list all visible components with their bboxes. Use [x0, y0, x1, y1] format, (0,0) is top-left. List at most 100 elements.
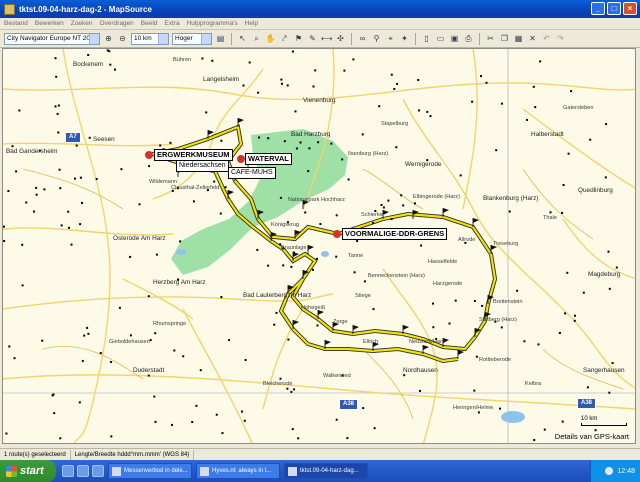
maximize-button[interactable]: □ [607, 2, 621, 15]
map-product-select[interactable]: City Navigator Europe NT 2008 [4, 32, 100, 45]
town-dot [533, 439, 536, 441]
town-dot [86, 326, 89, 329]
waypoint-tool-icon[interactable]: ⚑ [293, 33, 304, 44]
taskbar-item-active[interactable]: tktst.09-04-harz-dag... [284, 463, 368, 479]
town-dot [256, 248, 259, 251]
place-label: Duderstadt [133, 367, 165, 374]
town-dot [297, 437, 300, 440]
taskbar-item[interactable]: Hyves.nl: always in t... [196, 463, 280, 479]
zoom-in-icon[interactable]: ⊕ [103, 33, 114, 44]
town-dot [59, 437, 62, 440]
show-desktop-icon[interactable] [62, 465, 74, 477]
pan-tool-icon[interactable]: ✋ [265, 33, 276, 44]
town-dot [195, 404, 198, 407]
town-dot [21, 284, 24, 287]
route-flag [307, 245, 314, 254]
mapsource-app-icon [4, 3, 15, 15]
town-dot [114, 68, 116, 71]
waypoint-label-grens[interactable]: VOORMALIGE-DDR-GRENS [342, 228, 448, 240]
road-shield-a38: A38 [339, 399, 359, 410]
town-dot [118, 306, 121, 309]
town-dot [295, 147, 298, 150]
menu-bestand[interactable]: Bestand [4, 20, 28, 27]
place-label: Bockenem [73, 61, 104, 68]
place-label: Halberstadt [531, 131, 564, 138]
binoculars-icon[interactable]: ∞ [357, 33, 368, 44]
place-label: Nordhausen [403, 367, 438, 374]
town-dot [382, 206, 385, 209]
menu-overdragen[interactable]: Overdragen [99, 20, 133, 27]
town-dot [41, 339, 44, 342]
taskbar-item[interactable]: Messenverbod in dele... [108, 463, 192, 479]
taskbar-item-label: tktst.09-04-harz-dag... [300, 468, 359, 474]
network-icon[interactable] [605, 467, 614, 475]
town-dot [317, 141, 320, 144]
zoom-tool-icon[interactable]: ⌕ [251, 33, 262, 44]
redo-icon[interactable]: ↷ [555, 33, 566, 44]
selection-tool-icon[interactable]: ↖ [237, 33, 248, 44]
route-tool-icon[interactable]: ⤤ [279, 33, 290, 44]
detail-level-select[interactable]: Hoger [172, 32, 212, 45]
town-dot [500, 326, 503, 329]
undo-icon[interactable]: ↶ [541, 33, 552, 44]
zoom-level-select[interactable]: 10 km [131, 32, 169, 45]
print-icon[interactable]: ⎙ [463, 33, 474, 44]
town-dot [153, 395, 156, 398]
zoom-out-icon[interactable]: ⊖ [117, 33, 128, 44]
media-player-icon[interactable] [92, 465, 104, 477]
menu-help[interactable]: Help [245, 20, 258, 27]
waypoint-label-waterval[interactable]: WATERVAL [245, 153, 292, 165]
track-tool-icon[interactable]: ✎ [307, 33, 318, 44]
town-dot [291, 428, 294, 431]
town-dot [138, 203, 141, 206]
measure-tool-icon[interactable]: ⟷ [321, 33, 332, 44]
windows-taskbar: start Messenverbod in dele... Hyves.nl: … [0, 460, 640, 482]
menu-beeld[interactable]: Beeld [141, 20, 158, 27]
town-dot [363, 280, 366, 283]
toolbar: City Navigator Europe NT 2008 ⊕ ⊖ 10 km … [0, 30, 640, 48]
delete-icon[interactable]: ✕ [527, 33, 538, 44]
new-file-icon[interactable]: ▯ [421, 33, 432, 44]
town-dot [21, 243, 24, 246]
map-view[interactable]: ERGWERKMUSEUM Niedersachsen WATERVAL CAF… [2, 48, 636, 444]
town-dot [154, 420, 157, 423]
town-dot [87, 54, 90, 56]
find-tool-icon[interactable]: ✣ [335, 33, 346, 44]
minimize-button[interactable]: _ [591, 2, 605, 15]
browser-icon[interactable] [77, 465, 89, 477]
menu-hulpprogrammas[interactable]: Hulpprogramma's [187, 20, 238, 27]
save-file-icon[interactable]: ▣ [449, 33, 460, 44]
copy-icon[interactable]: ❐ [499, 33, 510, 44]
menu-zoeken[interactable]: Zoeken [71, 20, 93, 27]
find-address-icon[interactable]: ⌖ [385, 33, 396, 44]
paste-icon[interactable]: ▦ [513, 33, 524, 44]
map-settings-icon[interactable]: ▤ [215, 33, 226, 44]
town-dot [393, 88, 396, 90]
close-button[interactable]: × [623, 2, 637, 15]
find-places-icon[interactable]: ⚲ [371, 33, 382, 44]
place-label: Langelsheim [203, 76, 240, 83]
town-dot [307, 170, 310, 173]
title-bar[interactable]: tktst.09-04-harz-dag-2 - MapSource _ □ × [0, 0, 640, 18]
waypoint-label-cafe[interactable]: CAFE-MUHS [228, 167, 276, 179]
town-dot [352, 58, 355, 61]
lake [176, 249, 186, 255]
menu-bewerken[interactable]: Bewerken [35, 20, 64, 27]
place-label: Quedlinburg [578, 187, 613, 194]
place-label: Neustadt/Harz [409, 339, 445, 345]
town-dot [129, 334, 132, 337]
town-dot [459, 174, 462, 177]
town-dot [192, 200, 195, 203]
town-dot [68, 226, 70, 229]
menu-extra[interactable]: Extra [164, 20, 179, 27]
town-dot [267, 264, 270, 267]
town-dot [607, 250, 610, 253]
recent-finds-icon[interactable]: ✦ [399, 33, 410, 44]
mapsource-window: tktst.09-04-harz-dag-2 - MapSource _ □ ×… [0, 0, 640, 482]
waypoint-label-niedersachsen[interactable]: Niedersachsen [176, 160, 229, 172]
cut-icon[interactable]: ✂ [485, 33, 496, 44]
town-dot [615, 266, 618, 269]
place-label: Bad Gandersheim [6, 148, 58, 155]
open-file-icon[interactable]: ▭ [435, 33, 446, 44]
start-button[interactable]: start [0, 460, 56, 482]
